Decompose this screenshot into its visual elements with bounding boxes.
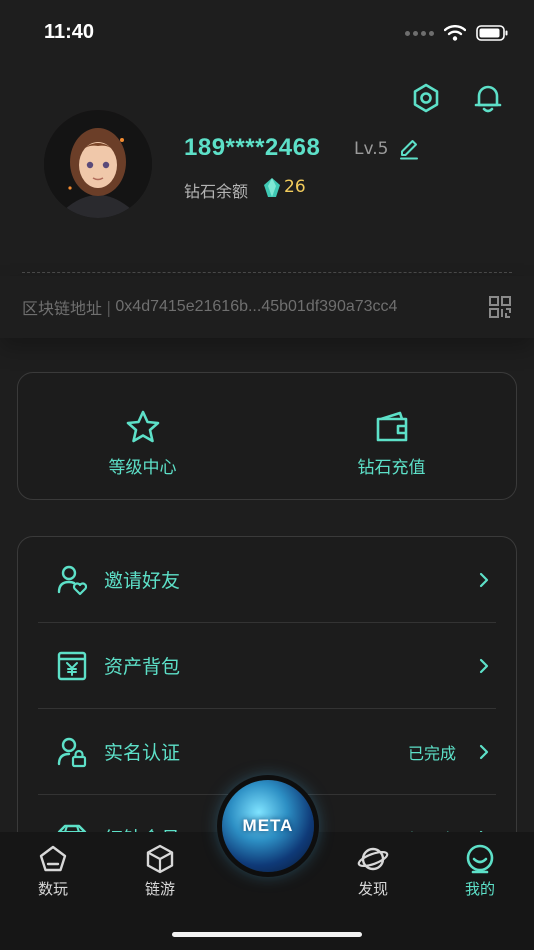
menu-invite-friends[interactable]: 邀请好友	[38, 537, 496, 622]
avatar[interactable]	[44, 110, 152, 218]
user-phone: 189****2468	[184, 134, 321, 161]
wifi-icon	[444, 25, 466, 41]
tab-label: 发现	[357, 880, 388, 898]
action-label: 等级中心	[108, 458, 177, 478]
tab-shuwan[interactable]: 数玩	[13, 844, 93, 899]
user-level: Lv.5	[354, 139, 389, 159]
chevron-right-icon	[479, 744, 489, 759]
cube-icon	[146, 844, 174, 874]
battery-icon	[476, 25, 508, 41]
edit-icon[interactable]	[398, 138, 420, 160]
menu-label: 邀请好友	[104, 570, 181, 592]
yen-box-icon	[57, 651, 87, 680]
tab-lianyou[interactable]: 链游	[120, 844, 200, 899]
chevron-right-icon	[479, 572, 489, 587]
signal-icon	[405, 30, 434, 36]
balance-value: 26	[284, 177, 306, 197]
balance-label: 钻石余额	[184, 182, 249, 201]
user-lock-icon	[57, 737, 87, 767]
user-heart-icon	[57, 565, 88, 595]
tab-label: 我的	[464, 880, 495, 898]
face-icon	[466, 844, 494, 874]
chain-address-value[interactable]: 0x4d7415e21616b...45b01df390a73cc4	[115, 298, 488, 316]
meta-label: META	[242, 816, 294, 835]
status-time: 11:40	[44, 20, 95, 43]
menu-asset-backpack[interactable]: 资产背包	[38, 623, 496, 708]
chain-address-label: 区块链地址	[22, 299, 103, 318]
profile-header: 189****2468 Lv.5 钻石余额 26	[44, 110, 504, 220]
home-indicator	[172, 932, 362, 937]
chevron-right-icon	[479, 658, 489, 673]
dashed-divider	[22, 272, 512, 273]
chain-separator: |	[106, 297, 112, 317]
action-label: 钻石充值	[357, 458, 426, 478]
quick-actions-card: 等级中心 钻石充值	[17, 372, 517, 500]
tab-label: 链游	[144, 880, 175, 898]
tab-label: 数玩	[37, 880, 68, 898]
qr-code-icon[interactable]	[488, 295, 512, 319]
status-bar: 11:40	[0, 0, 534, 66]
diamond-icon	[264, 178, 280, 197]
level-center-button[interactable]: 等级中心	[18, 373, 267, 499]
pentagon-icon	[39, 845, 67, 872]
menu-status: 已完成	[407, 743, 456, 763]
status-icons	[405, 25, 508, 41]
diamond-recharge-button[interactable]: 钻石充值	[267, 373, 516, 499]
wallet-icon	[376, 411, 407, 442]
meta-center-button[interactable]: META	[222, 780, 314, 872]
menu-label: 资产背包	[104, 656, 181, 678]
planet-icon	[357, 847, 389, 871]
menu-label: 实名认证	[104, 742, 181, 764]
tab-wode[interactable]: 我的	[440, 844, 520, 899]
tab-faxian[interactable]: 发现	[333, 844, 413, 899]
chain-address-row: 区块链地址 | 0x4d7415e21616b...45b01df390a73c…	[0, 276, 534, 338]
star-icon	[126, 410, 159, 443]
avatar-image	[44, 110, 152, 218]
